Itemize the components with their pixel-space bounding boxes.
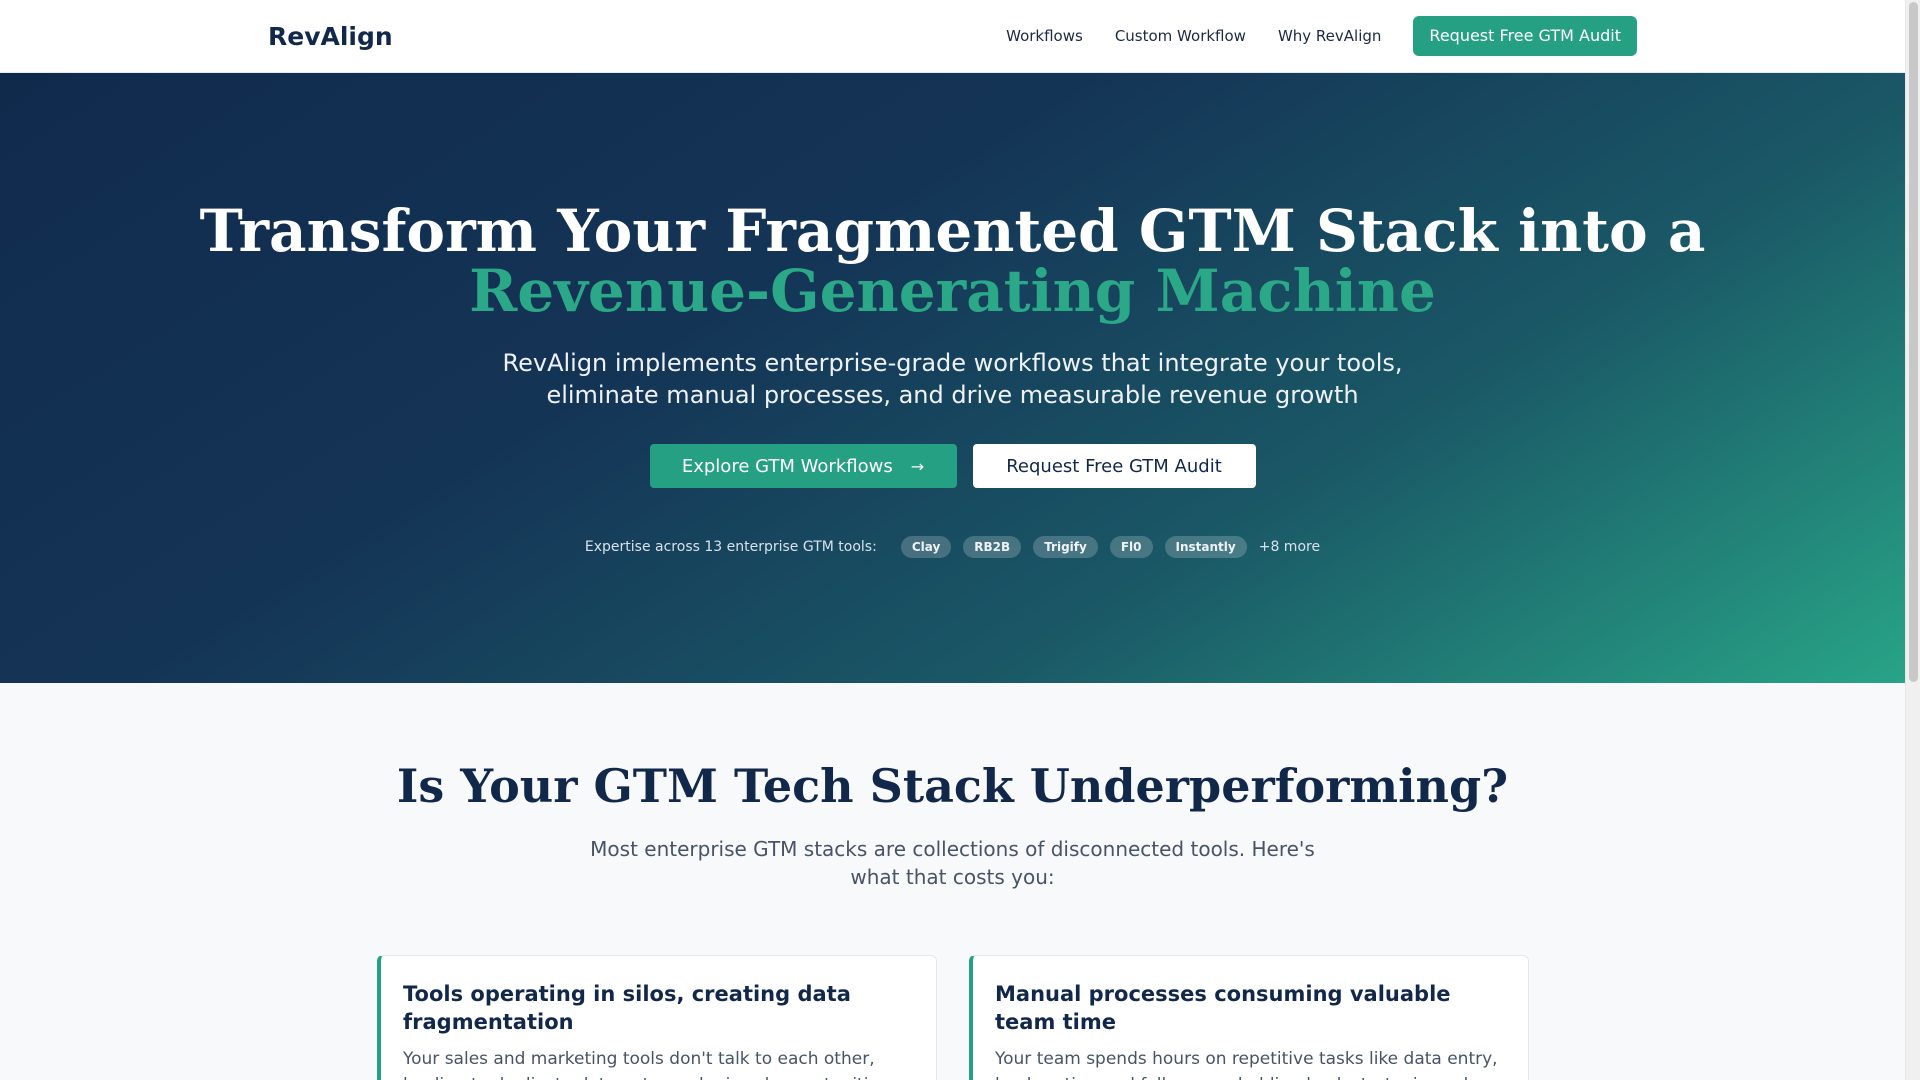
explore-workflows-button[interactable]: Explore GTM Workflows → [649,444,957,488]
problems-section: Is Your GTM Tech Stack Underperforming? … [0,683,1905,1080]
arrow-right-icon: → [910,456,925,476]
hero-buttons: Explore GTM Workflows → Request Free GTM… [0,444,1905,488]
problem-card: Tools operating in silos, creating data … [377,955,937,1080]
tool-badge-rb2b: RB2B [963,536,1022,558]
problem-cards: Tools operating in silos, creating data … [377,955,1561,1080]
problem-card-title: Manual processes consuming valuable team… [995,982,1451,1034]
hero-title-line1: Transform Your Fragmented GTM Stack into… [199,197,1706,265]
tool-badge-trigify: Trigify [1033,536,1098,558]
problem-card: Manual processes consuming valuable team… [969,955,1529,1080]
tools-more-link: +8 more [1258,539,1321,555]
hero-title: Transform Your Fragmented GTM Stack into… [0,73,1905,321]
problems-title: Is Your GTM Tech Stack Underperforming? [396,759,1509,813]
hero-title-accent: Revenue-Generating Machine [469,257,1436,325]
top-navbar: RevAlign Workflows Custom Workflow Why R… [0,0,1905,73]
page-scrollbar[interactable] [1905,0,1920,1080]
nav-link-custom-workflow[interactable]: Custom Workflow [1115,27,1246,45]
tool-badge-clay: Clay [900,536,952,558]
problem-card-title: Tools operating in silos, creating data … [403,982,851,1034]
nav-link-why-revalign[interactable]: Why RevAlign [1278,27,1381,45]
request-audit-hero-button[interactable]: Request Free GTM Audit [972,444,1256,488]
hero-section: Transform Your Fragmented GTM Stack into… [0,73,1905,683]
hero-subtitle: RevAlign implements enterprise-grade wor… [502,349,1403,409]
tool-badge-instantly: Instantly [1164,536,1247,558]
scrollbar-thumb[interactable] [1909,2,1918,682]
problem-card-body: Your sales and marketing tools don't tal… [403,1049,893,1080]
tools-row: Expertise across 13 enterprise GTM tools… [0,536,1905,558]
explore-workflows-label: Explore GTM Workflows [681,455,893,477]
tool-badge-fl0: Fl0 [1109,536,1153,558]
request-audit-nav-button[interactable]: Request Free GTM Audit [1413,16,1637,56]
problem-card-body: Your team spends hours on repetitive tas… [995,1049,1498,1080]
nav-links: Workflows Custom Workflow Why RevAlign R… [1006,16,1637,56]
nav-link-workflows[interactable]: Workflows [1006,27,1083,45]
brand-logo[interactable]: RevAlign [268,22,393,51]
page: RevAlign Workflows Custom Workflow Why R… [0,0,1905,1080]
problems-subtitle: Most enterprise GTM stacks are collectio… [590,837,1315,889]
tools-label: Expertise across 13 enterprise GTM tools… [584,539,877,555]
